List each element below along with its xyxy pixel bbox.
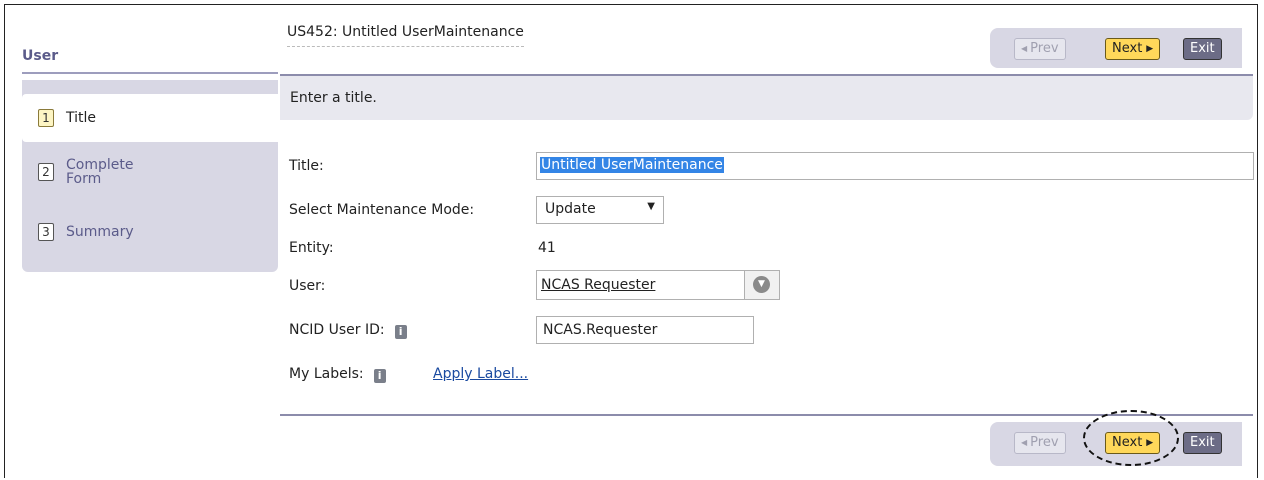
title-label: Title: xyxy=(289,158,324,174)
entity-label: Entity: xyxy=(289,240,334,256)
info-icon[interactable]: i xyxy=(373,369,386,383)
ncid-label-text: NCID User ID: xyxy=(289,322,385,338)
user-label: User: xyxy=(289,278,326,294)
ncid-value: NCAS.Requester xyxy=(543,322,658,338)
sidebar-title: User xyxy=(22,48,59,64)
info-icon[interactable]: i xyxy=(394,325,407,339)
sidebar-item-label: Complete Form xyxy=(66,158,133,186)
user-value: NCAS Requester xyxy=(541,277,656,293)
entity-value: 41 xyxy=(538,240,556,256)
step-number: 1 xyxy=(38,109,54,127)
sidebar-steps: 1 Title 2 Complete Form 3 Summary xyxy=(22,80,278,272)
maintenance-mode-select[interactable]: Update ▼ xyxy=(536,196,664,224)
my-labels-text: My Labels: xyxy=(289,366,364,382)
chevron-down-icon: ▼ xyxy=(753,276,770,293)
sidebar-item-label: Summary xyxy=(66,224,134,240)
exit-button[interactable]: Exit xyxy=(1183,38,1222,60)
triangle-right-icon: ▶ xyxy=(1146,44,1154,54)
prev-label: Prev xyxy=(1030,435,1059,450)
user-lookup[interactable]: NCAS Requester ▼ xyxy=(536,270,780,300)
page-title: US452: Untitled UserMaintenance xyxy=(287,24,524,47)
sidebar-item-label: Title xyxy=(66,110,97,126)
prev-button[interactable]: ◀ Prev xyxy=(1014,38,1066,60)
sidebar-item-summary[interactable]: 3 Summary xyxy=(22,222,278,242)
instruction-text: Enter a title. xyxy=(290,90,377,106)
title-input[interactable]: Untitled UserMaintenance xyxy=(536,152,1254,180)
exit-button[interactable]: Exit xyxy=(1183,432,1222,454)
sidebar-item-complete-form[interactable]: 2 Complete Form xyxy=(22,154,278,190)
top-nav-bar: ◀ Prev Next ▶ Exit xyxy=(990,28,1242,68)
triangle-left-icon: ◀ xyxy=(1021,438,1028,447)
apply-label-link[interactable]: Apply Label... xyxy=(433,366,528,382)
triangle-left-icon: ◀ xyxy=(1021,44,1028,53)
ncid-input[interactable]: NCAS.Requester xyxy=(536,316,754,344)
highlight-circle xyxy=(1083,410,1179,466)
ncid-label: NCID User ID: i xyxy=(289,322,407,339)
user-dropdown-button[interactable]: ▼ xyxy=(744,271,779,299)
title-input-value: Untitled UserMaintenance xyxy=(540,157,724,173)
step-number: 3 xyxy=(38,223,54,241)
sidebar-item-label-line2: Form xyxy=(66,171,102,187)
my-labels-label: My Labels: i xyxy=(289,366,386,383)
chevron-down-icon: ▼ xyxy=(647,201,655,212)
next-button[interactable]: Next ▶ xyxy=(1105,38,1161,60)
sidebar-divider xyxy=(22,72,278,74)
prev-label: Prev xyxy=(1030,41,1059,56)
maintenance-mode-label: Select Maintenance Mode: xyxy=(289,202,475,218)
step-number: 2 xyxy=(38,163,54,181)
sidebar-item-title[interactable]: 1 Title xyxy=(22,94,278,142)
instruction-banner: Enter a title. xyxy=(280,76,1253,120)
maintenance-mode-value: Update xyxy=(545,201,596,217)
next-label: Next xyxy=(1112,41,1143,56)
prev-button[interactable]: ◀ Prev xyxy=(1014,432,1066,454)
